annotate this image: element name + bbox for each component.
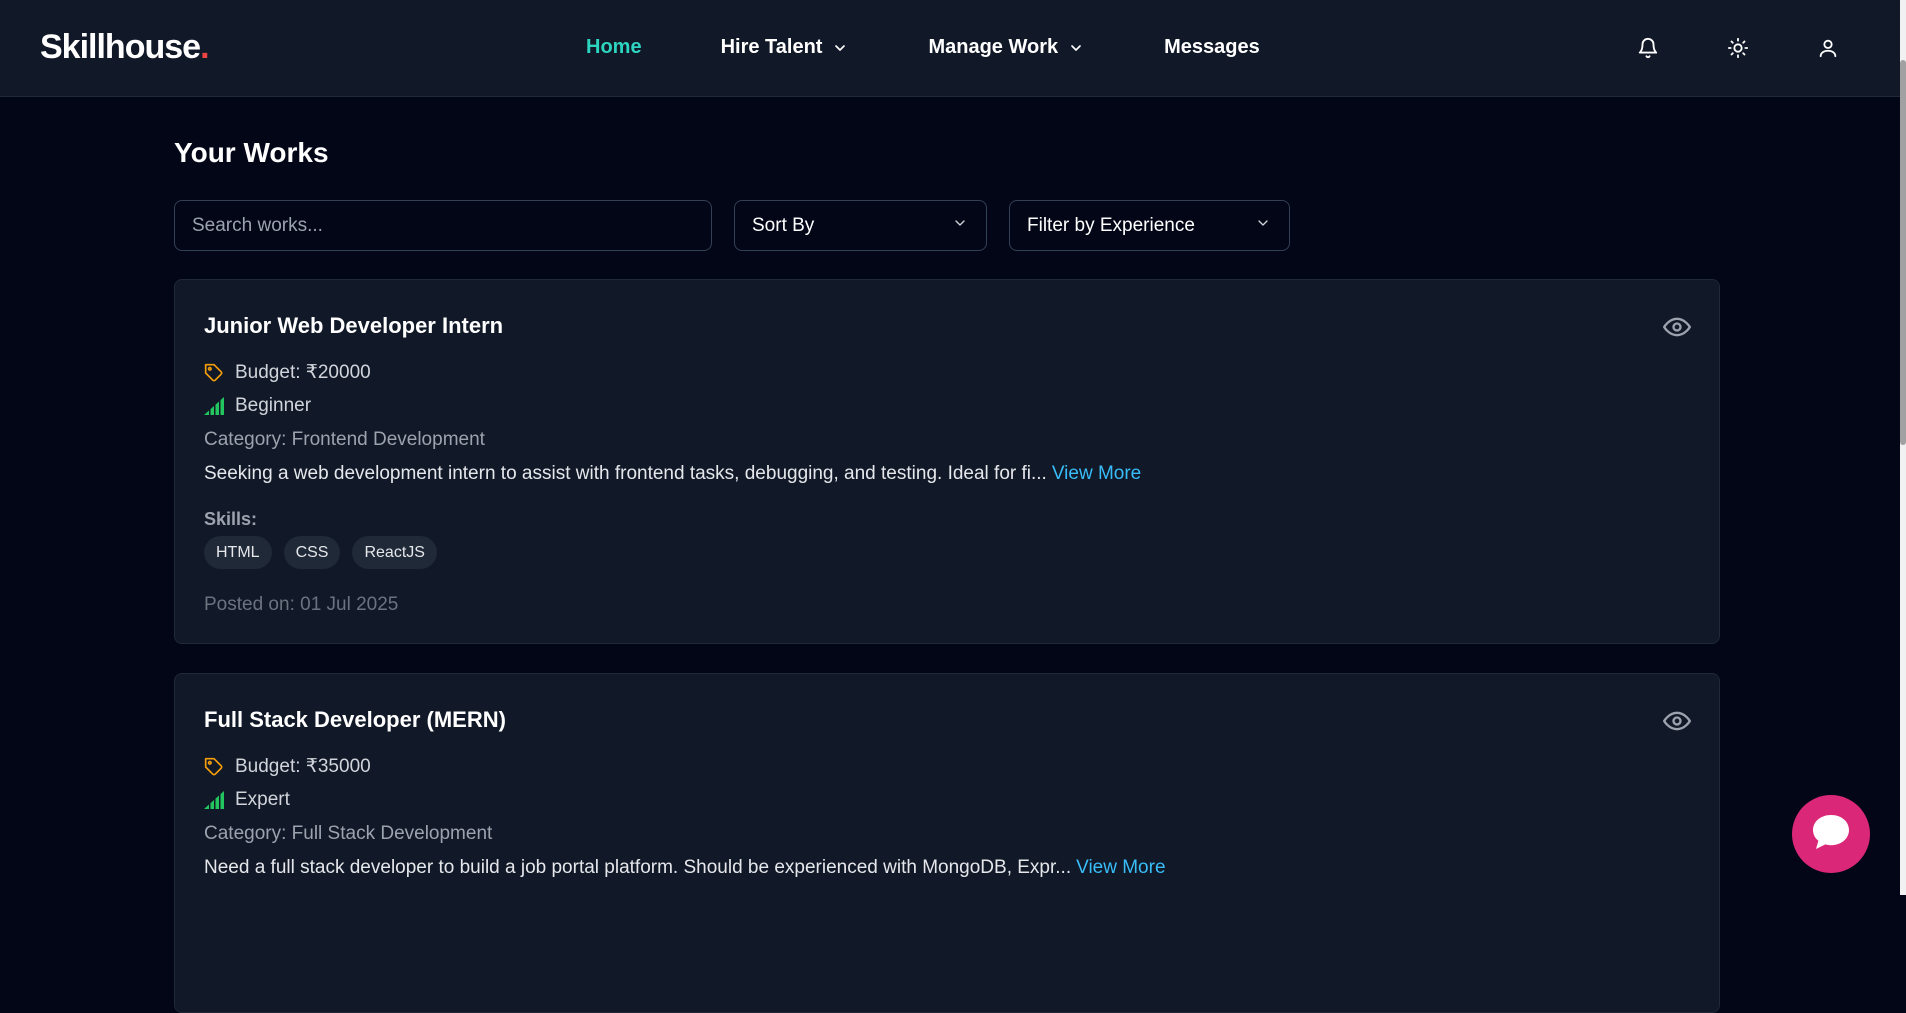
posted-date: Posted on: 01 Jul 2025: [204, 594, 399, 615]
nav-home-label: Home: [586, 36, 642, 58]
nav-icons: [1636, 36, 1840, 60]
bell-icon[interactable]: [1636, 36, 1660, 60]
nav-manage-work-label: Manage Work: [928, 36, 1059, 58]
nav-messages[interactable]: Messages: [1164, 36, 1260, 59]
signal-bars-icon: [204, 791, 224, 809]
work-level-text: Beginner: [235, 395, 312, 416]
nav-links: Home Hire Talent Manage Work Messages: [586, 36, 1260, 59]
work-budget: Budget: ₹35000: [204, 755, 371, 778]
page-title: Your Works: [174, 137, 329, 168]
work-title: Junior Web Developer Intern: [204, 313, 504, 338]
skill-chip: ReactJS: [352, 536, 437, 569]
skill-chip: HTML: [204, 536, 272, 569]
logo-dot: .: [200, 28, 210, 66]
nav-manage-work[interactable]: Manage Work: [928, 36, 1084, 59]
logo[interactable]: Skillhouse.: [40, 28, 210, 67]
nav-home[interactable]: Home: [586, 36, 642, 59]
skill-chip: CSS: [283, 536, 341, 569]
view-more-link[interactable]: View More: [1076, 857, 1165, 878]
sun-icon[interactable]: [1726, 36, 1750, 60]
work-title: Full Stack Developer (MERN): [204, 707, 506, 732]
nav-hire-talent[interactable]: Hire Talent: [721, 36, 849, 59]
logo-text: Skillhouse: [40, 28, 201, 66]
search-input[interactable]: [174, 200, 712, 251]
work-budget-text: Budget: ₹35000: [235, 756, 371, 777]
user-icon[interactable]: [1816, 36, 1840, 60]
nav-hire-talent-label: Hire Talent: [720, 36, 823, 58]
skills-label: Skills:: [204, 509, 258, 529]
work-budget-text: Budget: ₹20000: [235, 362, 371, 383]
work-category: Category: Frontend Development: [204, 429, 485, 450]
view-more-link[interactable]: View More: [1052, 463, 1141, 484]
chevron-down-icon: [832, 40, 848, 56]
chat-bubble-icon: [1810, 812, 1852, 857]
signal-bars-icon: [204, 397, 224, 415]
sort-select[interactable]: Sort By: [734, 200, 987, 251]
experience-select-label: Filter by Experience: [1027, 214, 1195, 236]
work-level-text: Expert: [235, 789, 290, 810]
work-level: Expert: [204, 789, 290, 811]
filter-bar: Sort By Filter by Experience: [174, 200, 1290, 251]
page-scrollbar[interactable]: [1900, 0, 1906, 895]
tag-icon: [204, 363, 224, 383]
chevron-down-icon: [1068, 40, 1084, 56]
work-card: Junior Web Developer Intern Budget: ₹200…: [174, 279, 1720, 644]
nav-messages-label: Messages: [1164, 36, 1260, 58]
sort-select-label: Sort By: [752, 214, 815, 236]
work-description: Need a full stack developer to build a j…: [204, 857, 1166, 879]
work-description-text: Seeking a web development intern to assi…: [204, 463, 1047, 484]
work-description-text: Need a full stack developer to build a j…: [204, 857, 1072, 878]
scrollbar-thumb[interactable]: [1900, 60, 1906, 445]
experience-select[interactable]: Filter by Experience: [1009, 200, 1290, 251]
work-level: Beginner: [204, 395, 311, 417]
tag-icon: [204, 757, 224, 777]
chevron-down-icon: [952, 215, 968, 237]
work-card: Full Stack Developer (MERN) Budget: ₹350…: [174, 673, 1720, 1013]
work-category: Category: Full Stack Development: [204, 823, 493, 844]
work-budget: Budget: ₹20000: [204, 361, 371, 384]
chevron-down-icon: [1255, 215, 1271, 237]
top-navbar: Skillhouse. Home Hire Talent Manage Work…: [0, 0, 1900, 97]
skills-list: HTML CSS ReactJS: [204, 536, 437, 569]
work-description: Seeking a web development intern to assi…: [204, 463, 1141, 485]
chat-button[interactable]: [1792, 795, 1870, 873]
eye-icon[interactable]: [1663, 707, 1691, 740]
eye-icon[interactable]: [1663, 313, 1691, 346]
